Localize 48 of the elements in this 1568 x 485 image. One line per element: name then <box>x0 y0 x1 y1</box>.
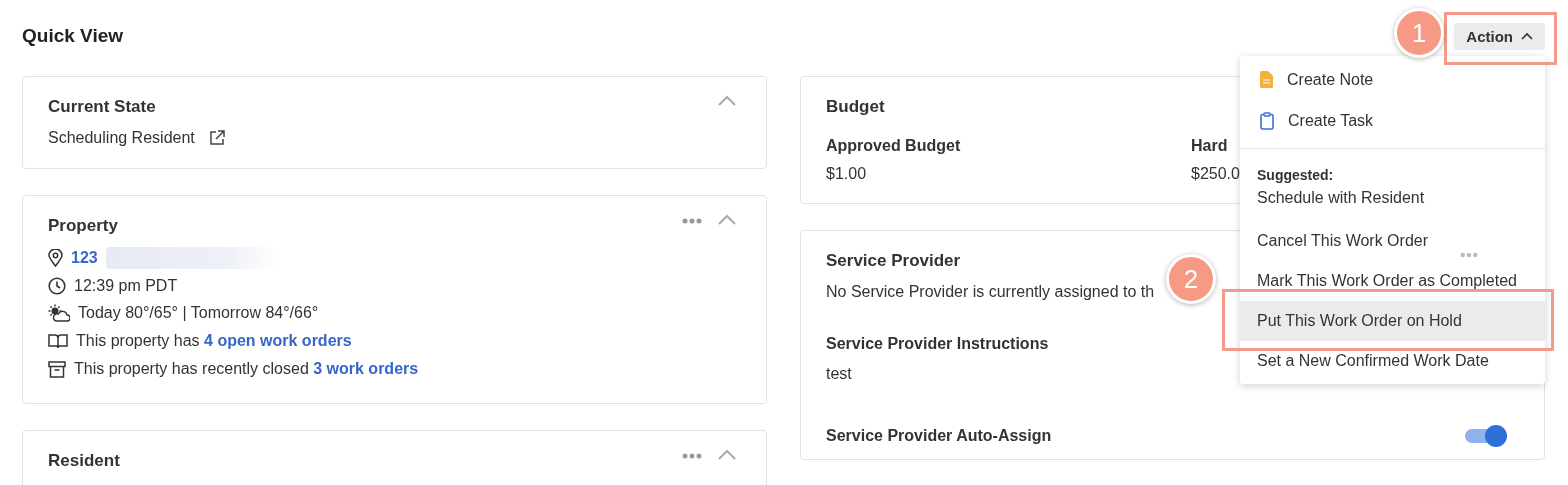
external-link-icon[interactable] <box>208 130 225 146</box>
action-button[interactable]: Action <box>1454 22 1545 50</box>
step-number: 2 <box>1166 254 1216 304</box>
card-title: Resident <box>48 451 120 471</box>
menu-item[interactable]: Put This Work Order on Hold <box>1240 301 1545 341</box>
book-icon <box>48 333 68 350</box>
state-value: Scheduling Resident <box>48 129 195 147</box>
weather-icon <box>48 304 70 323</box>
card-title: Property <box>48 216 118 236</box>
menu-item[interactable]: Cancel This Work Order <box>1240 221 1545 261</box>
menu-item[interactable]: Schedule with Resident <box>1240 183 1545 219</box>
menu-heading: Suggested: <box>1256 166 1335 183</box>
menu-item[interactable]: Create Note <box>1240 59 1545 100</box>
menu-item[interactable]: Create Task <box>1240 100 1545 141</box>
archive-icon <box>48 360 66 378</box>
more-icon[interactable] <box>682 453 702 459</box>
provider-message: No Service Provider is currently assigned to th <box>826 283 1155 301</box>
location-pin-icon <box>48 248 63 267</box>
step-number: 1 <box>1394 8 1444 58</box>
clock-icon <box>48 276 66 295</box>
menu-item[interactable]: Set a New Confirmed Work Date <box>1240 341 1545 381</box>
collapse-icon[interactable] <box>718 95 736 106</box>
field-value: $250.0 <box>1191 165 1240 183</box>
address-link[interactable]: 123 <box>71 248 98 267</box>
more-icon[interactable] <box>1460 252 1478 258</box>
collapse-icon[interactable] <box>718 214 736 225</box>
open-orders-text: This property has 4 open work orders <box>76 332 352 351</box>
note-icon <box>1260 71 1273 88</box>
caret-icon <box>1521 32 1533 40</box>
field-value: $1.00 <box>826 165 867 183</box>
open-orders-link[interactable]: 4 open work orders <box>204 332 352 350</box>
weather-forecast: Today 80°/65° | Tomorrow 84°/66° <box>78 304 319 323</box>
menu-item[interactable]: Mark This Work Order as Completed <box>1240 261 1545 301</box>
closed-orders-text: This property has recently closed 3 work orders <box>74 360 419 379</box>
card-title: Current State <box>48 97 156 117</box>
more-icon[interactable] <box>682 218 702 224</box>
field-label: Hard <box>1191 137 1228 155</box>
field-label: Service Provider Instructions <box>826 335 1049 353</box>
page-title: Quick View <box>22 25 124 47</box>
collapse-icon[interactable] <box>718 449 736 460</box>
field-label: Approved Budget <box>826 137 961 155</box>
field-label: Service Provider Auto-Assign <box>826 427 1052 445</box>
card-title: Budget <box>826 97 885 117</box>
instructions-value: test <box>826 365 852 383</box>
clipboard-icon <box>1260 111 1274 130</box>
closed-orders-link[interactable]: 3 work orders <box>313 360 419 378</box>
card-title: Service Provider <box>826 251 961 271</box>
local-time: 12:39 pm PDT <box>74 276 178 295</box>
